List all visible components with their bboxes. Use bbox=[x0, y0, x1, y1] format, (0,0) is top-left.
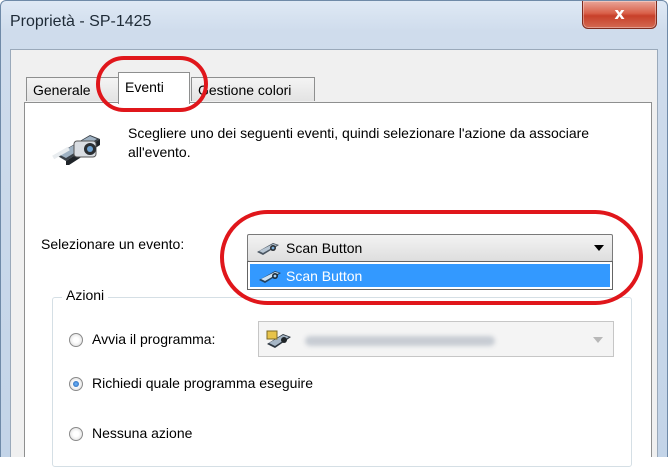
program-icon bbox=[266, 330, 291, 348]
radio-start-program-label[interactable]: Avvia il programma: bbox=[92, 331, 215, 347]
radio-ask-program[interactable] bbox=[69, 377, 83, 391]
scanner-icon bbox=[52, 135, 100, 165]
tab-gestione-colori[interactable]: Gestione colori bbox=[191, 77, 315, 101]
radio-ask-program-label[interactable]: Richiedi quale programma eseguire bbox=[92, 375, 313, 391]
window-title: Proprietà - SP-1425 bbox=[10, 13, 152, 30]
event-select[interactable]: Scan Button bbox=[247, 234, 613, 262]
radio-no-action[interactable] bbox=[69, 427, 83, 441]
chevron-down-icon[interactable] bbox=[594, 245, 604, 251]
actions-group-label: Azioni bbox=[62, 287, 109, 303]
event-dropdown-list: Scan Button bbox=[247, 261, 613, 290]
scan-button-icon bbox=[259, 271, 281, 283]
event-select-label: Selezionare un evento: bbox=[41, 236, 185, 252]
event-description: Scegliere uno dei seguenti eventi, quind… bbox=[128, 125, 590, 160]
radio-no-action-label[interactable]: Nessuna azione bbox=[92, 425, 192, 441]
program-name-blurred bbox=[305, 336, 495, 346]
radio-start-program[interactable] bbox=[69, 333, 83, 347]
close-button[interactable]: x bbox=[582, 1, 657, 29]
close-icon: x bbox=[614, 4, 625, 23]
event-option[interactable]: Scan Button bbox=[250, 264, 610, 287]
chevron-down-icon bbox=[593, 337, 603, 343]
tab-eventi[interactable]: Eventi bbox=[118, 72, 190, 104]
program-select bbox=[258, 321, 614, 357]
scan-button-icon bbox=[257, 243, 279, 255]
tab-generale[interactable]: Generale bbox=[26, 77, 119, 101]
event-option-label: Scan Button bbox=[286, 268, 363, 284]
event-select-value: Scan Button bbox=[286, 240, 363, 256]
